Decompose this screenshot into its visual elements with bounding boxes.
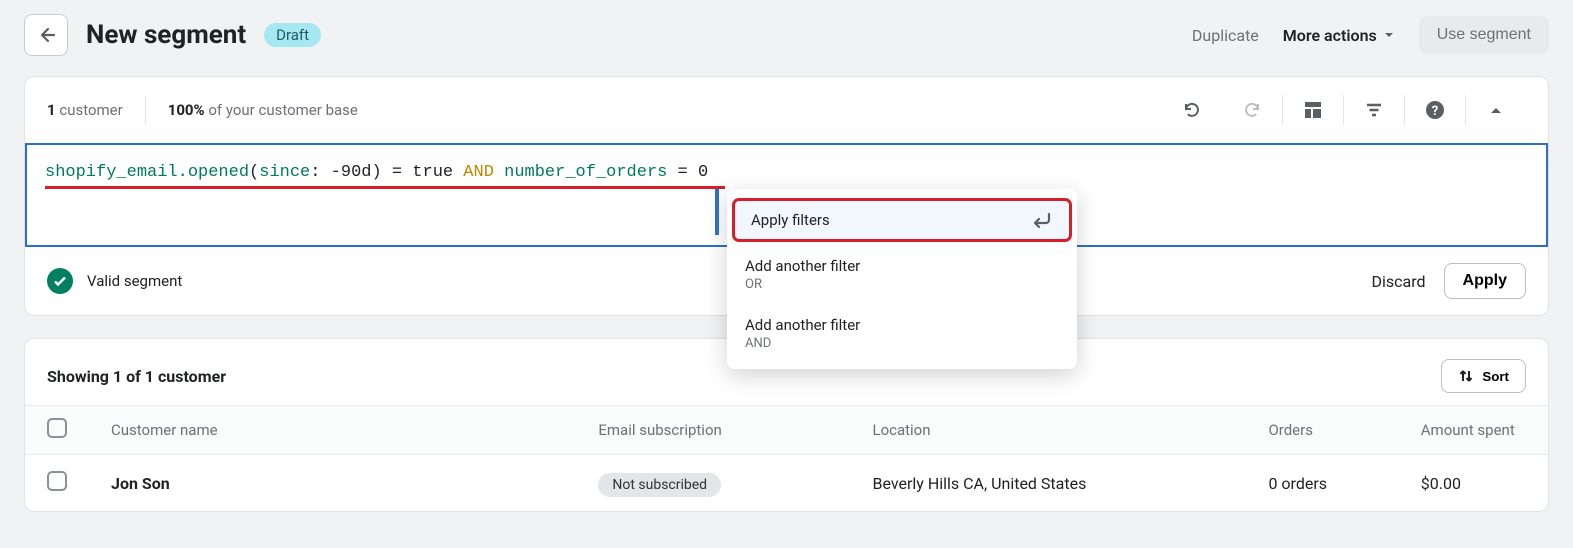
use-segment-button[interactable]: Use segment: [1419, 16, 1549, 54]
annotation-underline: [45, 186, 725, 189]
customer-amount: $0.00: [1399, 455, 1548, 512]
token-literal: 0: [698, 163, 708, 182]
valid-segment-label: Valid segment: [87, 272, 182, 290]
page-header: New segment Draft Duplicate More actions…: [24, 14, 1549, 56]
col-subscription[interactable]: Email subscription: [576, 406, 850, 455]
col-orders[interactable]: Orders: [1246, 406, 1398, 455]
sort-icon: [1458, 368, 1474, 384]
token-equals: =: [382, 163, 413, 182]
caret-down-icon: [1383, 29, 1395, 41]
status-badge: Draft: [264, 23, 321, 47]
table-row[interactable]: Jon Son Not subscribed Beverly Hills CA,…: [25, 455, 1548, 512]
sort-label: Sort: [1482, 369, 1509, 384]
select-all-checkbox[interactable]: [47, 418, 67, 438]
token-equals: =: [667, 163, 698, 182]
undo-icon: [1182, 100, 1202, 120]
help-button[interactable]: ?: [1405, 89, 1465, 131]
token-paren: ): [371, 163, 381, 182]
sort-button[interactable]: Sort: [1441, 359, 1526, 393]
customer-orders: 0 orders: [1246, 455, 1398, 512]
collapse-button[interactable]: [1466, 89, 1526, 131]
more-actions-label: More actions: [1283, 26, 1377, 45]
col-location[interactable]: Location: [850, 406, 1246, 455]
undo-button[interactable]: [1162, 89, 1222, 131]
popup-or-sublabel: OR: [745, 277, 1059, 292]
enter-icon: [1031, 211, 1053, 229]
redo-button[interactable]: [1222, 89, 1282, 131]
customer-count-value: 1: [47, 101, 56, 119]
token-arg-value: -90d: [320, 163, 371, 182]
row-checkbox[interactable]: [47, 471, 67, 491]
popup-apply-label: Apply filters: [751, 211, 830, 229]
popup-add-filter-and[interactable]: Add another filter AND: [727, 304, 1077, 363]
cursor-indicator: [715, 189, 719, 235]
back-button[interactable]: [24, 14, 68, 56]
valid-check-icon: [47, 268, 73, 294]
apply-button[interactable]: Apply: [1444, 263, 1526, 299]
duplicate-button[interactable]: Duplicate: [1192, 26, 1259, 45]
customer-pct: 100% of your customer base: [168, 101, 358, 119]
popup-add-or-label: Add another filter: [745, 257, 1059, 275]
segment-query-editor[interactable]: shopify_email.opened(since: -90d) = true…: [25, 143, 1548, 247]
token-operator-and: AND: [453, 163, 504, 182]
arrow-left-icon: [36, 25, 56, 45]
popup-apply-filters[interactable]: Apply filters: [733, 199, 1071, 241]
svg-text:?: ?: [1432, 104, 1438, 119]
token-paren: (: [249, 163, 259, 182]
customer-pct-label: of your customer base: [208, 101, 357, 119]
token-field: number_of_orders: [504, 163, 667, 182]
customer-count: 1 customer: [47, 101, 123, 119]
subscription-pill: Not subscribed: [598, 473, 721, 497]
customer-pct-value: 100%: [168, 101, 205, 119]
results-title: Showing 1 of 1 customer: [47, 367, 226, 386]
col-amount[interactable]: Amount spent: [1399, 406, 1548, 455]
templates-button[interactable]: [1283, 89, 1343, 131]
more-actions-button[interactable]: More actions: [1283, 26, 1395, 45]
token-arg-name: since: [259, 163, 310, 182]
token-literal: true: [412, 163, 453, 182]
filter-icon: [1365, 101, 1383, 119]
caret-up-icon: [1489, 103, 1503, 117]
filters-button[interactable]: [1344, 89, 1404, 131]
customers-table: Customer name Email subscription Locatio…: [25, 405, 1548, 511]
customer-count-label: customer: [59, 101, 122, 119]
popup-and-sublabel: AND: [745, 336, 1059, 351]
token-function: shopify_email.opened: [45, 163, 249, 182]
segment-editor-card: 1 customer 100% of your customer base: [24, 76, 1549, 316]
templates-icon: [1304, 101, 1322, 119]
customer-location: Beverly Hills CA, United States: [850, 455, 1246, 512]
discard-button[interactable]: Discard: [1372, 272, 1426, 291]
popup-add-and-label: Add another filter: [745, 316, 1059, 334]
redo-icon: [1242, 100, 1262, 120]
popup-add-filter-or[interactable]: Add another filter OR: [727, 245, 1077, 304]
autocomplete-popup: Apply filters Add another filter OR Add …: [727, 189, 1077, 369]
help-icon: ?: [1425, 100, 1445, 120]
token-colon: :: [310, 163, 320, 182]
col-name[interactable]: Customer name: [89, 406, 576, 455]
vertical-divider: [145, 96, 146, 124]
page-title: New segment: [86, 20, 246, 50]
customer-name[interactable]: Jon Son: [111, 474, 170, 493]
